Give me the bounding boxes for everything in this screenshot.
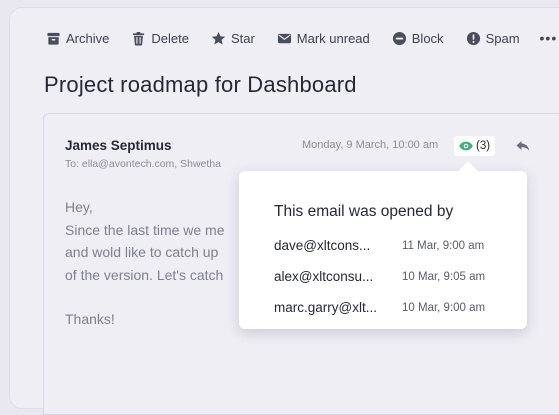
delete-button[interactable]: Delete: [131, 31, 189, 46]
trash-icon: [133, 31, 145, 45]
toolbar: Archive Delete Star Mark unread Block Sp…: [46, 28, 557, 48]
body-line: and wold like to catch up: [65, 244, 219, 260]
opener-email: alex@xltconsu...: [274, 269, 374, 284]
delete-label: Delete: [151, 30, 189, 46]
star-icon: [211, 31, 226, 44]
mark-unread-button[interactable]: Mark unread: [277, 31, 370, 46]
opened-by-popover: This email was opened by dave@xltcons...…: [239, 161, 527, 329]
email-subject: Project roadmap for Dashboard: [44, 72, 357, 97]
opens-tracker-button[interactable]: (3): [454, 136, 496, 156]
more-options-icon[interactable]: •••: [540, 30, 558, 46]
opened-time: 10 Mar, 9:00 am: [402, 302, 486, 314]
star-label: Star: [230, 30, 255, 46]
block-label: Block: [411, 30, 444, 46]
star-button[interactable]: Star: [211, 31, 255, 46]
archive-icon: [47, 32, 60, 45]
body-line: of the version. Let's catch: [65, 266, 224, 283]
opener-row: marc.garry@xlt... 10 Mar, 9:00 am: [274, 300, 514, 315]
eye-icon: [459, 141, 473, 151]
mark-unread-label: Mark unread: [296, 30, 370, 46]
opener-email: marc.garry@xlt...: [274, 300, 377, 315]
envelope-icon: [277, 33, 291, 43]
email-signoff: Thanks!: [65, 311, 115, 327]
sender-name: James Septimus: [65, 138, 172, 153]
email-date: Monday, 9 March, 10:00 am: [302, 139, 439, 151]
block-button[interactable]: Block: [392, 31, 444, 46]
archive-label: Archive: [66, 30, 110, 46]
alert-icon: [466, 31, 480, 45]
body-line: Since the last time we me: [65, 221, 225, 238]
email-body: Hey, Since the last time we me and wold …: [65, 196, 225, 331]
archive-button[interactable]: Archive: [46, 31, 109, 46]
spam-label: Spam: [485, 30, 520, 46]
popover-title: This email was opened by: [274, 203, 454, 220]
opened-time: 11 Mar, 9:00 am: [402, 240, 485, 252]
block-icon: [392, 31, 406, 45]
recipients: To: ella@avontech.com, Shwetha: [65, 158, 221, 170]
spam-button[interactable]: Spam: [466, 31, 520, 46]
reply-icon[interactable]: [516, 140, 530, 152]
opener-email: dave@xltcons...: [274, 238, 371, 253]
body-line: Hey,: [65, 199, 93, 215]
opened-time: 10 Mar, 9:05 am: [402, 271, 486, 283]
opener-row: alex@xltconsu... 10 Mar, 9:05 am: [274, 269, 514, 284]
opens-count: (3): [476, 140, 491, 152]
opener-row: dave@xltcons... 11 Mar, 9:00 am: [274, 238, 514, 253]
